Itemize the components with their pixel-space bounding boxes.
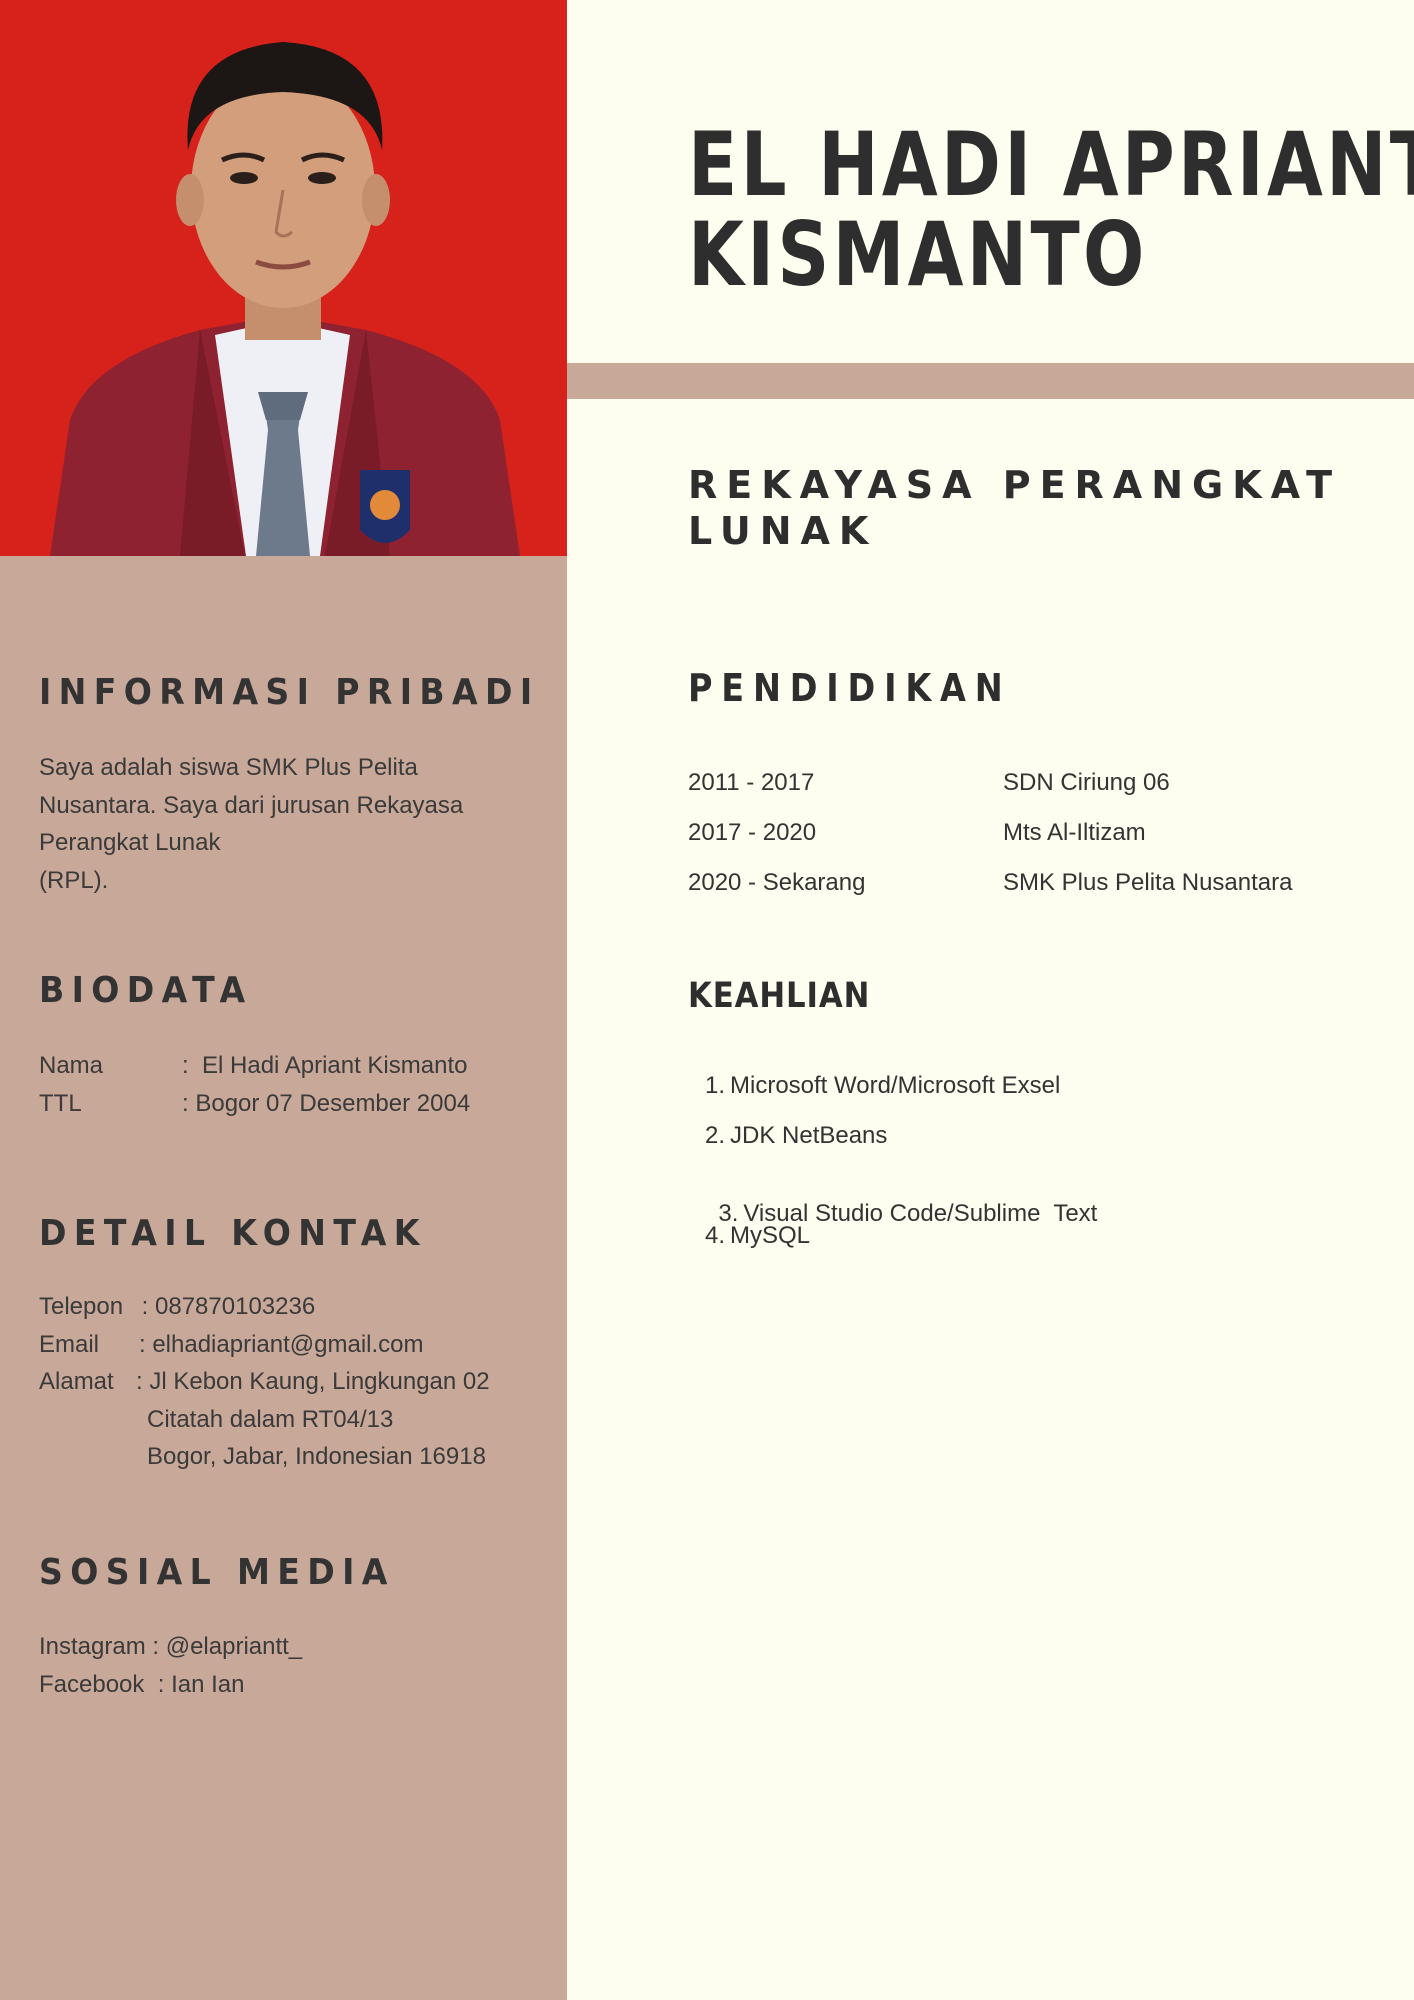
- sosial-media-heading: SOSIAL MEDIA: [39, 1552, 395, 1593]
- kontak-label: Email: [39, 1330, 100, 1358]
- education-school: Mts Al-Iltizam: [1003, 819, 1146, 846]
- education-years: 2017 - 2020: [688, 819, 817, 846]
- facebook-line: Facebook : Ian Ian: [39, 1670, 245, 1698]
- role-line: REKAYASA PERANGKAT: [688, 463, 1342, 507]
- address-continuation: Citatah dalam RT04/13: [147, 1405, 394, 1433]
- major-title: REKAYASA PERANGKAT LUNAK: [688, 462, 1341, 554]
- biodata-heading: BIODATA: [39, 970, 253, 1011]
- kontak-value: : 087870103236: [135, 1293, 316, 1320]
- skill-item: 4. MySQL: [705, 1222, 810, 1250]
- biodata-value: : El Hadi Apriant Kismanto: [182, 1052, 468, 1079]
- kontak-row-telepon: Telepon : 087870103236: [39, 1288, 490, 1326]
- sosial-media-list: Instagram : @elapriantt_ Facebook : Ian …: [39, 1628, 302, 1703]
- kontak-list: Telepon : 087870103236 Email : elhadiapri…: [39, 1288, 490, 1476]
- address-continuation: Bogor, Jabar, Indonesian 16918: [147, 1443, 486, 1470]
- education-row: 2011 - 2017 SDN Ciriung 06: [688, 769, 1170, 797]
- education-years: 2020 - Sekarang: [688, 869, 866, 896]
- biodata-value: : Bogor 07 Desember 2004: [182, 1089, 471, 1117]
- role-line: LUNAK: [688, 509, 878, 553]
- biodata-label: Nama: [39, 1052, 104, 1079]
- biodata-list: Nama : El Hadi Apriant Kismanto TTL : Bogo…: [39, 1047, 470, 1122]
- skill-item: 2. JDK NetBeans: [705, 1122, 887, 1150]
- informasi-pribadi-heading: INFORMASI PRIBADI: [39, 672, 540, 713]
- detail-kontak-heading: DETAIL KONTAK: [39, 1213, 427, 1254]
- education-school: SDN Ciriung 06: [1003, 769, 1170, 796]
- informasi-line: Perangkat Lunak: [39, 829, 221, 856]
- instagram-line: Instagram : @elapriantt_: [39, 1633, 303, 1660]
- kontak-value: : elhadiapriant@gmail.com: [139, 1330, 424, 1358]
- name-line: KISMANTO: [688, 203, 1148, 306]
- kontak-row-alamat: Alamat : Jl Kebon Kaung, Lingkungan 02: [39, 1363, 490, 1401]
- education-row: 2020 - Sekarang SMK Plus Pelita Nusantar…: [688, 869, 1292, 897]
- pendidikan-heading: PENDIDIKAN: [688, 666, 1012, 710]
- education-years: 2011 - 2017: [688, 769, 815, 796]
- skill-text: JDK NetBeans: [730, 1122, 888, 1149]
- portrait-image: [0, 0, 567, 556]
- kontak-label: Alamat: [39, 1368, 114, 1395]
- informasi-line: Saya adalah siswa SMK Plus Pelita: [39, 754, 418, 781]
- skill-number: 2.: [705, 1122, 726, 1149]
- education-row: 2017 - 2020 Mts Al-Iltizam: [688, 819, 1146, 847]
- skill-item: 1. Microsoft Word/Microsoft Exsel: [705, 1072, 1060, 1100]
- full-name: EL HADI APRIANT KISMANTO: [688, 120, 1414, 300]
- keahlian-heading: KEAHLIAN: [688, 976, 871, 1016]
- informasi-line: (RPL).: [39, 866, 109, 894]
- profile-photo: [0, 0, 567, 556]
- education-school: SMK Plus Pelita Nusantara: [1003, 869, 1293, 896]
- skill-item: 3. Visual Studio Code/Sublime Text: [705, 1172, 1097, 1228]
- biodata-row: Nama : El Hadi Apriant Kismanto: [39, 1047, 470, 1085]
- name-line: EL HADI APRIANT: [688, 113, 1414, 216]
- skill-number: 1.: [705, 1072, 726, 1099]
- biodata-row: TTL : Bogor 07 Desember 2004: [39, 1085, 470, 1123]
- skill-text: MySQL: [730, 1222, 811, 1249]
- skill-number: 4.: [705, 1222, 726, 1249]
- biodata-label: TTL: [39, 1089, 82, 1117]
- accent-bar: [567, 363, 1414, 399]
- skill-text: Microsoft Word/Microsoft Exsel: [730, 1072, 1061, 1099]
- informasi-line: Nusantara. Saya dari jurusan Rekayasa: [39, 791, 464, 819]
- informasi-pribadi-text: Saya adalah siswa SMK Plus Pelita Nusant…: [39, 749, 463, 899]
- kontak-label: Telepon: [39, 1293, 124, 1320]
- kontak-value: : Jl Kebon Kaung, Lingkungan 02: [136, 1368, 490, 1395]
- kontak-row-email: Email : elhadiapriant@gmail.com: [39, 1326, 490, 1364]
